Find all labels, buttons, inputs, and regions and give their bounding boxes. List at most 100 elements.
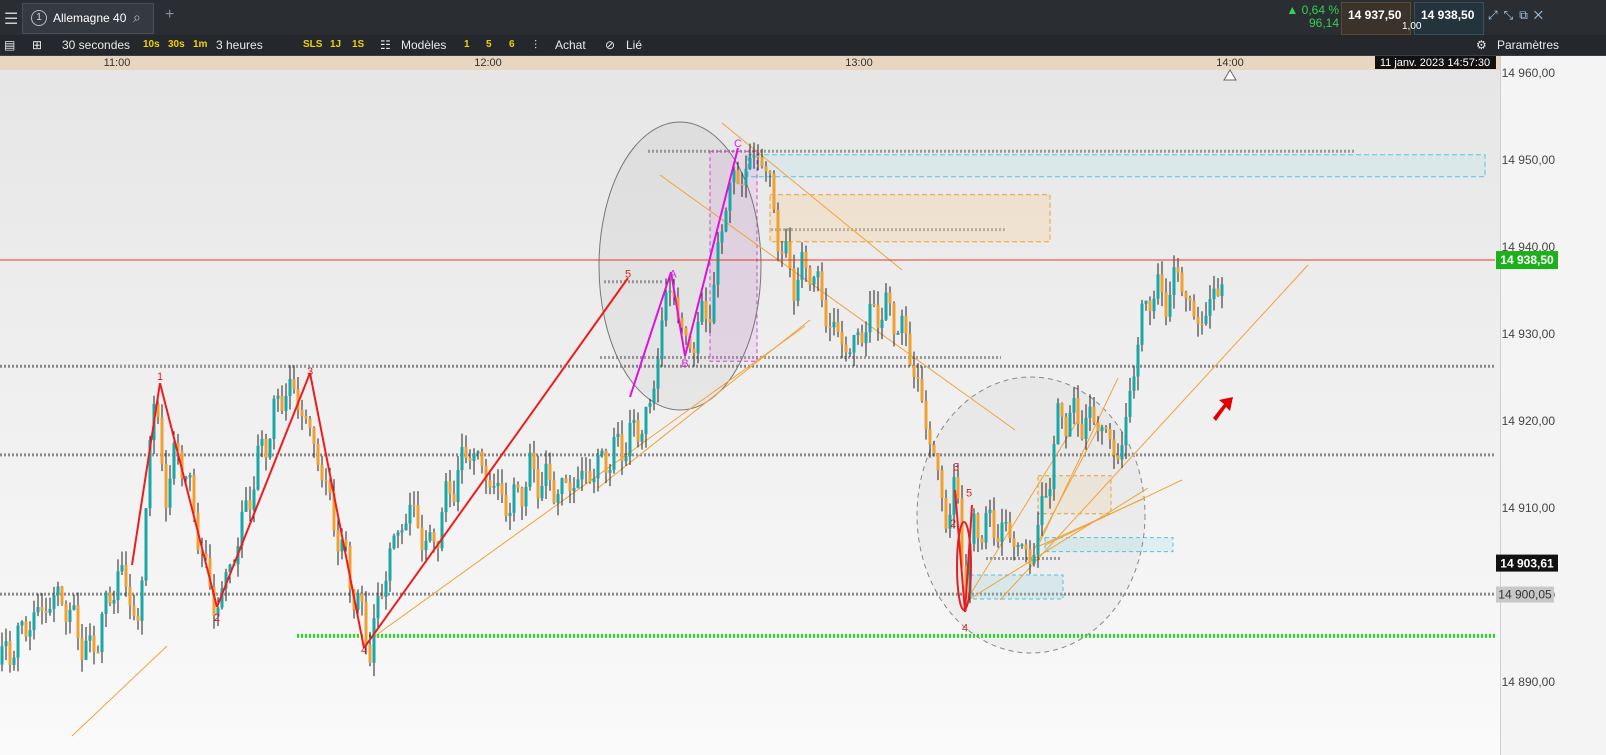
candle-body bbox=[364, 601, 368, 645]
candle-body bbox=[1008, 522, 1012, 539]
candle-body bbox=[1196, 316, 1200, 324]
wave-label: A bbox=[669, 268, 677, 280]
candle-body bbox=[1080, 424, 1084, 439]
candle-body bbox=[976, 513, 980, 539]
candle-body bbox=[344, 539, 348, 547]
candle-body bbox=[24, 621, 28, 637]
candle-body bbox=[244, 500, 248, 512]
candle-body bbox=[628, 422, 632, 457]
alert-marker-icon bbox=[1223, 69, 1237, 81]
candle-body bbox=[292, 379, 296, 390]
candle-body bbox=[528, 452, 532, 487]
wave-label: 3 bbox=[953, 462, 959, 474]
candle-body bbox=[272, 398, 276, 439]
candle-body bbox=[100, 614, 104, 653]
candle-body bbox=[576, 479, 580, 488]
supply-zone bbox=[769, 194, 1051, 243]
candle-body bbox=[324, 480, 328, 482]
candle-body bbox=[696, 321, 700, 354]
candle-body bbox=[880, 319, 884, 328]
candle-body bbox=[888, 292, 892, 304]
candle-body bbox=[760, 157, 764, 167]
candle-body bbox=[936, 453, 940, 471]
price-tick-label: 14 930,00 bbox=[1502, 327, 1556, 341]
candle-body bbox=[444, 481, 448, 513]
candle-body bbox=[668, 290, 672, 293]
candle-body bbox=[744, 168, 748, 186]
candle-body bbox=[1104, 426, 1108, 430]
candle-body bbox=[164, 464, 168, 508]
candle-body bbox=[652, 388, 656, 404]
candle-body bbox=[1088, 406, 1092, 418]
candle-body bbox=[432, 532, 436, 542]
candle-body bbox=[580, 470, 584, 480]
candle-body bbox=[312, 427, 316, 445]
candle-body bbox=[4, 641, 8, 647]
candle-body bbox=[524, 486, 528, 507]
trading-app: ☰ 1 Allemagne 40 ⌕ + ▲ 0,64 % 96,14 14 9… bbox=[0, 0, 1606, 755]
candle-body bbox=[988, 509, 992, 514]
candle-body bbox=[1092, 406, 1096, 423]
candle-body bbox=[1168, 294, 1172, 317]
up-arrow-icon bbox=[1213, 397, 1233, 421]
candle-body bbox=[812, 277, 816, 285]
candle-body bbox=[828, 326, 832, 328]
candle-body bbox=[288, 379, 292, 396]
candle-body bbox=[776, 209, 780, 252]
candle-body bbox=[144, 508, 148, 581]
candle-body bbox=[320, 464, 324, 481]
candle-body bbox=[956, 477, 960, 499]
candle-body bbox=[852, 335, 856, 353]
candle-body bbox=[708, 319, 712, 323]
candle-body bbox=[424, 540, 428, 551]
candle-body bbox=[940, 470, 944, 499]
candle-body bbox=[8, 641, 12, 665]
candle-body bbox=[740, 183, 744, 186]
candle-body bbox=[660, 320, 664, 360]
candle-body bbox=[984, 513, 988, 543]
candle-body bbox=[516, 484, 520, 488]
candle-body bbox=[836, 321, 840, 332]
wave-line bbox=[216, 372, 311, 608]
candle-body bbox=[384, 580, 388, 597]
candle-body bbox=[116, 571, 120, 600]
candle-body bbox=[464, 446, 468, 459]
candle-body bbox=[492, 486, 496, 488]
candle-body bbox=[48, 608, 52, 613]
candle-body bbox=[376, 595, 380, 619]
candle-body bbox=[136, 615, 140, 621]
candle-body bbox=[544, 463, 548, 486]
candle-body bbox=[520, 487, 524, 507]
candle-body bbox=[420, 527, 424, 551]
candle-body bbox=[76, 605, 80, 638]
candle-body bbox=[904, 315, 908, 334]
candle-body bbox=[620, 433, 624, 462]
candle-body bbox=[808, 268, 812, 285]
candle-body bbox=[768, 171, 772, 174]
candle-body bbox=[932, 444, 936, 454]
candle-body bbox=[1028, 549, 1032, 564]
candle-body bbox=[488, 480, 492, 488]
candle-body bbox=[1004, 522, 1008, 524]
candle-body bbox=[84, 640, 88, 660]
candle-body bbox=[260, 438, 264, 446]
candle-body bbox=[704, 301, 708, 320]
candle-body bbox=[788, 241, 792, 269]
candle-body bbox=[908, 333, 912, 366]
candle-body bbox=[1204, 315, 1208, 324]
candle-body bbox=[72, 605, 76, 610]
candle-body bbox=[1128, 390, 1132, 417]
candle-body bbox=[1012, 538, 1016, 547]
candle-body bbox=[392, 535, 396, 549]
candle-body bbox=[1032, 554, 1036, 564]
candle-body bbox=[0, 646, 4, 665]
candle-body bbox=[724, 210, 728, 232]
wave-line bbox=[363, 277, 629, 649]
candle-body bbox=[500, 482, 504, 496]
candle-body bbox=[1192, 300, 1196, 317]
resistance-zone bbox=[747, 154, 1486, 178]
candle-body bbox=[792, 268, 796, 301]
candle-body bbox=[1040, 496, 1044, 525]
candle-body bbox=[1064, 416, 1068, 437]
candle-body bbox=[112, 599, 116, 604]
